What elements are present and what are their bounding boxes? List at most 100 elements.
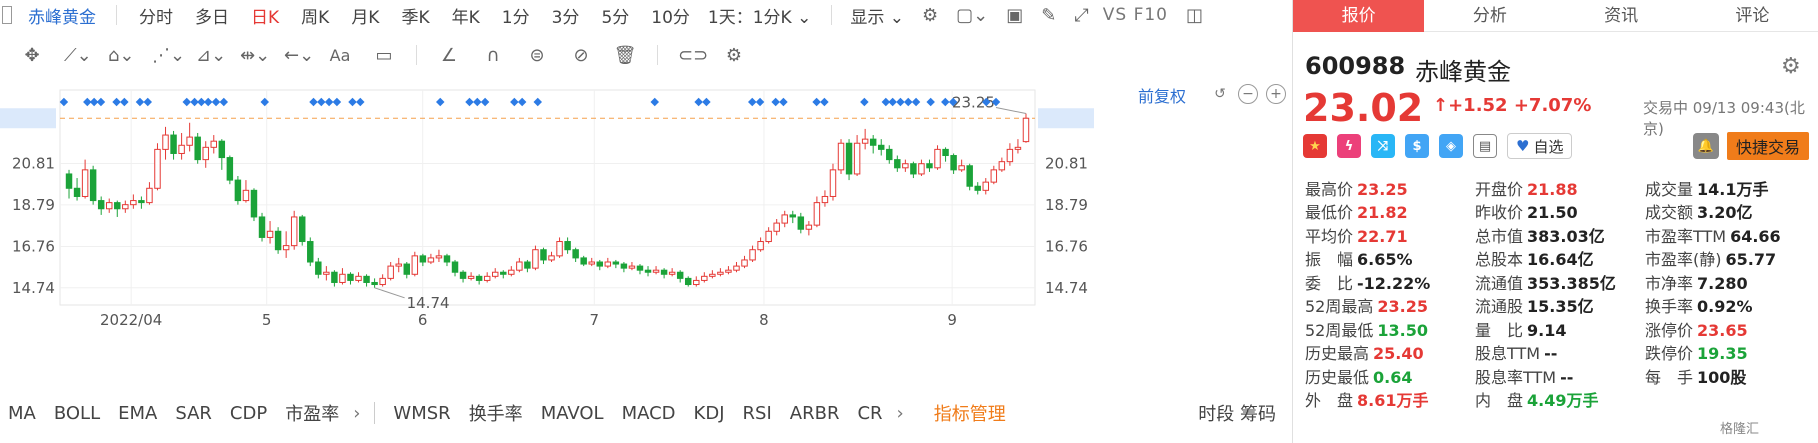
move-icon[interactable]: ✥ <box>20 45 44 66</box>
indicator-tab[interactable]: RSI <box>743 403 772 424</box>
fullscreen-icon[interactable]: ⤢ <box>1074 5 1088 26</box>
stat-cell: 成交量 14.1万手 <box>1645 176 1815 200</box>
stat-value: 65.77 <box>1725 250 1777 270</box>
period-dropdown[interactable]: 1天：1分K ⌄ <box>708 3 811 28</box>
text-tool-icon[interactable]: Aa <box>328 46 352 65</box>
stat-label: 总市值 <box>1475 226 1524 246</box>
candle-body <box>660 269 668 275</box>
indicator-tab[interactable]: CDP <box>230 403 267 424</box>
stat-cell: 跌停价 19.35 <box>1645 340 1815 364</box>
note-icon[interactable]: ▤ <box>1473 134 1497 158</box>
stock-name-link[interactable]: 赤峰黄金 <box>12 3 96 28</box>
period-tab[interactable]: 日K <box>251 3 279 28</box>
indicator-tab[interactable]: WMSR <box>393 403 450 424</box>
flash-icon[interactable]: ϟ <box>1337 134 1361 158</box>
candle-body <box>419 255 427 263</box>
indicator-tab[interactable]: ARBR <box>790 403 840 424</box>
quote-tab[interactable]: 分析 <box>1424 0 1555 32</box>
candle-body <box>765 230 772 243</box>
indicator-manager-button[interactable]: 指标管理 <box>934 400 1006 426</box>
gear-icon[interactable]: ⚙ <box>1781 54 1801 79</box>
indicator-tab[interactable]: 市盈率 <box>285 400 339 426</box>
tag-icon[interactable]: ◈ <box>1439 134 1463 158</box>
indicator-tab[interactable]: SAR <box>175 403 212 424</box>
chevron-right-icon[interactable]: › <box>897 403 904 424</box>
indicator-tab[interactable]: KDJ <box>694 403 725 424</box>
stat-value: 22.71 <box>1357 226 1408 246</box>
period-dropdown-label: 1天：1分K <box>707 7 792 28</box>
candle-body <box>869 138 877 146</box>
candle-body <box>65 173 73 189</box>
quote-tab[interactable]: 资讯 <box>1556 0 1687 32</box>
period-tab[interactable]: 季K <box>401 3 429 28</box>
period-tab[interactable]: 3分 <box>552 3 580 28</box>
panel-toggle-icon[interactable]: ◫ <box>1186 5 1203 26</box>
indicator-tab[interactable]: MACD <box>622 403 676 424</box>
event-marker <box>143 97 152 107</box>
arrow-tool-icon[interactable]: ←⌄ <box>284 45 314 66</box>
polyline-tool-icon[interactable]: ⌂⌄ <box>108 45 135 66</box>
candle-body <box>572 249 579 259</box>
visibility-icon[interactable]: ⊜ <box>525 45 549 66</box>
period-tab[interactable]: 10分 <box>651 3 690 28</box>
period-tab[interactable]: 年K <box>452 3 480 28</box>
stat-cell <box>1645 390 1815 409</box>
period-tab[interactable]: 月K <box>351 3 379 28</box>
indicator-tab[interactable]: 换手率 <box>469 400 523 426</box>
tool-settings-icon[interactable]: ⚙ <box>722 45 746 66</box>
candle-body <box>974 185 981 191</box>
wave-tool-icon[interactable]: ⋰⌄ <box>152 45 185 66</box>
fibonacci-tool-icon[interactable]: ⊿⌄ <box>196 45 226 66</box>
stat-value: 21.88 <box>1527 179 1578 199</box>
indicator-tab[interactable]: BOLL <box>54 403 100 424</box>
chevron-right-icon[interactable]: › <box>353 403 360 424</box>
event-marker <box>317 97 326 107</box>
period-tab[interactable]: 多日 <box>195 3 229 28</box>
indicator-tab[interactable]: MA <box>8 403 36 424</box>
add-watchlist-button[interactable]: ♥ 自选 <box>1507 133 1573 159</box>
event-marker <box>480 97 490 107</box>
quote-tab[interactable]: 报价 <box>1293 0 1425 32</box>
line-tool-icon[interactable]: ⟋⌄ <box>64 45 92 66</box>
event-marker <box>650 97 659 107</box>
angle-tool-icon[interactable]: ∠ <box>437 45 461 66</box>
shuffle-icon[interactable]: ⤨ <box>1371 134 1395 158</box>
period-tab[interactable]: 1分 <box>502 3 530 28</box>
candle-body <box>684 277 692 286</box>
stats-row: 振 幅 6.65% 总股本 16.64亿 市盈率(静) 65.77 <box>1305 247 1815 271</box>
quick-trade-button[interactable]: 快捷交易 <box>1727 132 1809 160</box>
quote-tab[interactable]: 评论 <box>1687 0 1818 32</box>
display-dropdown[interactable]: 显示 ⌄ <box>850 3 904 28</box>
candlestick-chart[interactable]: 23.0223.0220.8120.8118.7918.7916.7616.76… <box>0 80 1290 390</box>
hide-icon[interactable]: ⊘ <box>569 45 593 66</box>
measure-tool-icon[interactable]: ⇹⌄ <box>240 45 270 66</box>
bell-icon[interactable]: 🔔 <box>1693 133 1719 159</box>
chart-style-icon[interactable]: ▢⌄ <box>956 5 988 26</box>
camera-icon[interactable]: ▣ <box>1006 5 1023 26</box>
stat-cell: 委 比 -12.22% <box>1305 270 1475 294</box>
indicator-tab[interactable]: EMA <box>118 403 157 424</box>
period-tab[interactable]: 周K <box>301 3 329 28</box>
stat-cell: 最低价 21.82 <box>1305 199 1475 223</box>
stat-label: 历史最低 <box>1305 367 1370 387</box>
settings-icon[interactable]: ⚙ <box>922 5 938 26</box>
vs-f10-button[interactable]: VS F10 <box>1103 5 1168 25</box>
indicator-tab[interactable]: MAVOL <box>541 403 604 424</box>
period-chip-toggle[interactable]: 时段 筹码 <box>1198 400 1276 426</box>
candle-body <box>741 259 748 267</box>
indicator-bar: MA BOLL EMA SAR CDP 市盈率 › WMSR 换手率 MAVOL MACD KDJ RS… <box>0 398 1290 428</box>
indicator-tab[interactable]: CR <box>857 403 882 424</box>
link-icon[interactable]: ⊂⊃ <box>678 45 708 66</box>
trash-icon[interactable]: 🗑 <box>613 45 637 66</box>
event-marker <box>926 97 935 107</box>
dollar-icon[interactable]: $ <box>1405 134 1429 158</box>
stat-label: 涨停价 <box>1645 320 1694 340</box>
magnet-icon[interactable]: ∩ <box>481 45 505 66</box>
pencil-icon[interactable]: ✎ <box>1041 5 1056 26</box>
last-price-band-right <box>1038 108 1094 129</box>
stat-label: 市盈率(静) <box>1645 250 1722 270</box>
stats-row: 最高价 23.25 开盘价 21.88 成交量 14.1万手 <box>1305 176 1815 200</box>
period-tab[interactable]: 分时 <box>139 3 173 28</box>
period-tab[interactable]: 5分 <box>601 3 629 28</box>
comment-tool-icon[interactable]: ▭ <box>372 45 396 66</box>
